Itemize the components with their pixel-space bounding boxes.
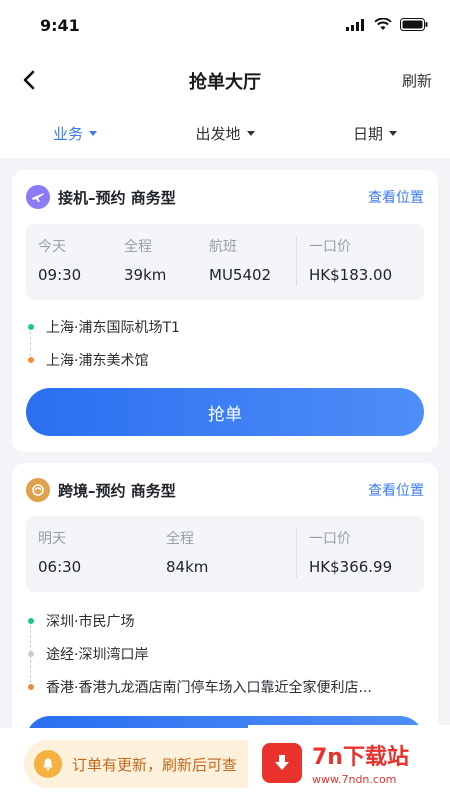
price-label: 一口价 — [309, 239, 351, 255]
airplane-icon — [26, 185, 50, 209]
status-time: 9:41 — [40, 16, 80, 35]
route-stop-start: 深圳·市民广场 — [28, 604, 424, 637]
order-card-header: 跨境–预约 商务型 查看位置 — [26, 477, 424, 503]
order-distance: 全程 84km — [166, 528, 208, 576]
distance-label: 全程 — [124, 239, 152, 255]
filter-business-label: 业务 — [52, 124, 83, 143]
time-value: 09:30 — [38, 266, 82, 284]
distance-value: 84km — [166, 558, 209, 576]
watermark-brand: 7n下载站 — [312, 745, 409, 770]
filter-bar: 业务 出发地 日期 — [0, 108, 450, 158]
chevron-down-icon — [389, 130, 397, 136]
divider — [296, 236, 297, 286]
chevron-down-icon — [246, 130, 255, 136]
status-bar: 9:41 — [0, 0, 450, 52]
start-dot-icon — [28, 323, 34, 330]
stop-text: 香港·香港九龙酒店南门停车场入口靠近全家便利店... — [46, 679, 372, 696]
day-label: 今天 — [38, 239, 66, 255]
signal-icon — [346, 18, 364, 31]
filter-business[interactable]: 业务 — [0, 108, 150, 158]
stop-text: 途经·深圳湾口岸 — [46, 646, 149, 663]
start-dot-icon — [28, 617, 34, 624]
flight-label: 航班 — [209, 239, 237, 255]
end-dot-icon — [28, 356, 34, 363]
nav-bar: 抢单大厅 刷新 — [0, 52, 450, 108]
view-location-link[interactable]: 查看位置 — [368, 187, 424, 207]
wifi-icon — [374, 18, 392, 30]
via-dot-icon — [28, 650, 34, 657]
stop-text: 上海·浦东国际机场T1 — [46, 319, 180, 336]
route-stop-end: 上海·浦东美术馆 — [28, 343, 424, 376]
bell-icon — [34, 750, 62, 778]
watermark-url: www.7ndn.com — [312, 773, 397, 786]
order-time: 今天 09:30 — [38, 236, 81, 284]
chevron-down-icon — [89, 130, 97, 136]
distance-value: 39km — [124, 266, 167, 284]
order-type-title: 接机–预约 商务型 — [58, 188, 176, 207]
time-value: 06:30 — [38, 558, 82, 576]
status-icons — [346, 18, 428, 31]
price-value: HK$183.00 — [309, 266, 393, 284]
order-type-title: 跨境–预约 商务型 — [58, 481, 176, 500]
grab-order-button[interactable]: 抢单 — [26, 388, 424, 436]
filter-date-label: 日期 — [352, 124, 383, 143]
route-stop-end: 香港·香港九龙酒店南门停车场入口靠近全家便利店... — [28, 670, 424, 703]
order-flight: 航班 MU5402 — [209, 236, 271, 284]
order-info-box: 明天 06:30 全程 84km 一口价 HK$366.99 — [26, 516, 424, 592]
site-watermark: 7n下载站 www.7ndn.com — [248, 725, 450, 800]
order-time: 明天 06:30 — [38, 528, 81, 576]
order-price: 一口价 HK$183.00 — [309, 236, 392, 284]
order-price: 一口价 HK$366.99 — [309, 528, 392, 576]
distance-label: 全程 — [166, 531, 194, 547]
day-label: 明天 — [38, 531, 66, 547]
refresh-button[interactable]: 刷新 — [402, 70, 432, 91]
route-list: 深圳·市民广场 途经·深圳湾口岸 香港·香港九龙酒店南门停车场入口靠近全家便利店… — [28, 604, 424, 703]
download-arrow-icon — [262, 742, 302, 783]
order-card-header: 接机–预约 商务型 查看位置 — [26, 184, 424, 210]
page-title: 抢单大厅 — [189, 72, 261, 93]
cross-border-icon — [26, 478, 50, 502]
filter-departure-label: 出发地 — [195, 124, 241, 143]
divider — [296, 528, 297, 578]
filter-date[interactable]: 日期 — [300, 108, 450, 158]
filter-departure[interactable]: 出发地 — [150, 108, 300, 158]
order-info-box: 今天 09:30 全程 39km 航班 MU5402 一口价 HK$183.00 — [26, 224, 424, 300]
watermark-text: 7n下载站 www.7ndn.com — [312, 739, 409, 786]
route-list: 上海·浦东国际机场T1 上海·浦东美术馆 — [28, 310, 424, 376]
order-distance: 全程 39km — [124, 236, 166, 284]
stop-text: 上海·浦东美术馆 — [46, 352, 149, 369]
stop-text: 深圳·市民广场 — [46, 613, 135, 630]
update-notice[interactable]: 订单有更新，刷新后可查 — [24, 740, 274, 788]
price-label: 一口价 — [309, 531, 351, 547]
route-stop-start: 上海·浦东国际机场T1 — [28, 310, 424, 343]
price-value: HK$366.99 — [309, 558, 393, 576]
view-location-link[interactable]: 查看位置 — [368, 480, 424, 500]
order-card: 跨境–预约 商务型 查看位置 明天 06:30 全程 84km 一口价 HK$3… — [12, 463, 438, 764]
battery-icon — [400, 18, 428, 31]
route-stop-via: 途经·深圳湾口岸 — [28, 637, 424, 670]
flight-value: MU5402 — [209, 266, 272, 284]
notice-text: 订单有更新，刷新后可查 — [72, 755, 238, 774]
end-dot-icon — [28, 683, 34, 690]
order-card: 接机–预约 商务型 查看位置 今天 09:30 全程 39km 航班 MU540… — [12, 170, 438, 452]
